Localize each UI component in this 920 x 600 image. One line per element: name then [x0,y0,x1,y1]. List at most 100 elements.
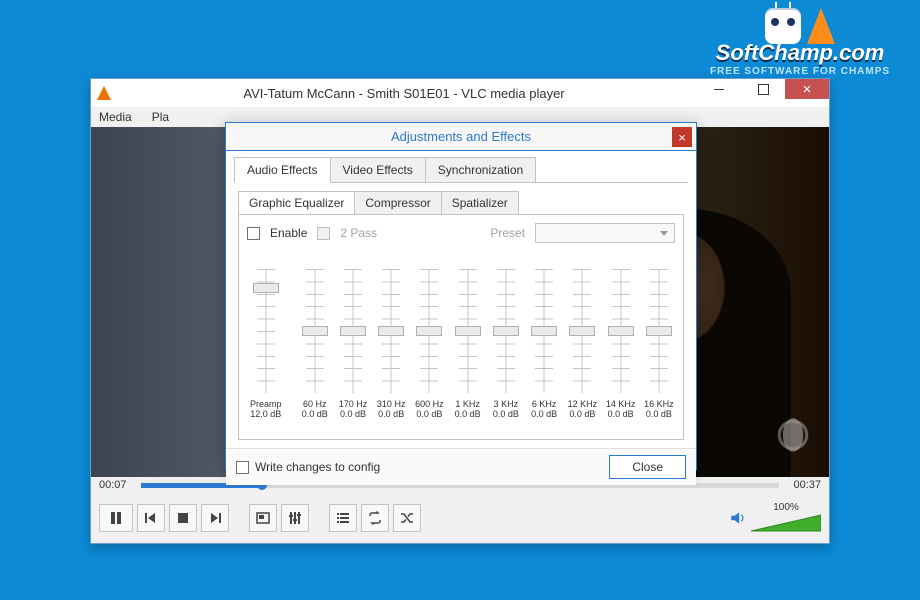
eq-thumb[interactable] [455,326,481,336]
eq-slider[interactable] [306,269,324,393]
eq-thumb[interactable] [340,326,366,336]
eq-db-label: 0.0 dB [455,409,481,419]
eq-band-310hz: 310 Hz0.0 dB [375,269,407,419]
eq-slider[interactable] [497,269,515,393]
eq-slider[interactable] [573,269,591,393]
eq-band-170hz: 170 Hz0.0 dB [337,269,369,419]
eq-slider[interactable] [420,269,438,393]
equalizer-sliders: Preamp 12.0 dB 60 Hz0.0 dB 170 Hz0.0 dB … [247,249,675,419]
eq-thumb[interactable] [416,326,442,336]
adjustments-dialog: Adjustments and Effects × Audio Effects … [225,122,697,470]
dialog-footer: Write changes to config Close [226,448,696,485]
playlist-icon [335,510,351,526]
eq-db-label: 0.0 dB [378,409,404,419]
eq-band-1khz: 1 KHz0.0 dB [452,269,484,419]
minimize-button[interactable] [697,79,741,99]
time-total[interactable]: 00:37 [785,479,821,491]
preamp-slider[interactable] [257,269,275,393]
playback-controls: 100% [91,493,829,543]
previous-button[interactable] [137,504,165,532]
dialog-close-button[interactable]: × [672,127,692,147]
loop-icon [367,510,383,526]
twopass-checkbox [317,227,330,240]
eq-freq-label: 14 KHz [606,399,636,409]
skip-forward-icon [207,510,223,526]
loop-button[interactable] [361,504,389,532]
subtab-spatializer[interactable]: Spatializer [441,191,519,214]
tab-synchronization[interactable]: Synchronization [425,157,536,182]
eq-band-12khz: 12 KHz0.0 dB [566,269,598,419]
eq-freq-label: 600 Hz [415,399,444,409]
eq-db-label: 0.0 dB [302,409,328,419]
stop-button[interactable] [169,504,197,532]
write-config-label: Write changes to config [255,460,380,474]
eq-thumb[interactable] [302,326,328,336]
sub-tabs: Graphic Equalizer Compressor Spatializer [238,191,684,214]
equalizer-panel: Enable 2 Pass Preset Preamp 12.0 dB 60 H… [238,214,684,440]
preamp-thumb[interactable] [253,283,279,293]
preamp-band: Preamp 12.0 dB [247,269,285,419]
eq-band-14khz: 14 KHz0.0 dB [604,269,636,419]
eq-db-label: 0.0 dB [608,409,634,419]
menu-playback[interactable]: Pla [148,108,173,126]
playlist-button[interactable] [329,504,357,532]
eq-db-label: 0.0 dB [416,409,442,419]
next-button[interactable] [201,504,229,532]
time-elapsed[interactable]: 00:07 [99,479,135,491]
eq-freq-label: 6 KHz [532,399,557,409]
eq-freq-label: 170 Hz [339,399,368,409]
eq-thumb[interactable] [531,326,557,336]
preset-label: Preset [490,226,525,240]
maximize-button[interactable] [741,79,785,99]
eq-band-600hz: 600 Hz0.0 dB [413,269,445,419]
shuffle-button[interactable] [393,504,421,532]
enable-label: Enable [270,226,307,240]
eq-slider[interactable] [650,269,668,393]
volume-control: 100% [729,502,821,535]
eq-freq-label: 1 KHz [455,399,480,409]
eq-thumb[interactable] [378,326,404,336]
eq-thumb[interactable] [608,326,634,336]
eq-slider[interactable] [535,269,553,393]
eq-thumb[interactable] [646,326,672,336]
window-close-button[interactable]: × [785,79,829,99]
enable-checkbox[interactable] [247,227,260,240]
eq-band-6khz: 6 KHz0.0 dB [528,269,560,419]
watermark-graphic [700,8,900,44]
eq-band-60hz: 60 Hz0.0 dB [299,269,331,419]
tab-video-effects[interactable]: Video Effects [330,157,426,182]
eq-slider[interactable] [612,269,630,393]
eq-db-label: 0.0 dB [569,409,595,419]
extended-settings-button[interactable] [281,504,309,532]
eq-slider[interactable] [382,269,400,393]
pause-button[interactable] [99,504,133,532]
skip-back-icon [143,510,159,526]
volume-slider[interactable] [751,513,821,535]
eq-slider[interactable] [344,269,362,393]
preamp-caption: Preamp [250,399,282,409]
eq-slider[interactable] [459,269,477,393]
subtab-equalizer[interactable]: Graphic Equalizer [238,191,355,214]
fullscreen-icon [255,510,271,526]
dialog-titlebar[interactable]: Adjustments and Effects × [226,123,696,151]
menu-media[interactable]: Media [95,108,136,126]
eq-thumb[interactable] [569,326,595,336]
eq-freq-label: 60 Hz [303,399,327,409]
eq-thumb[interactable] [493,326,519,336]
dialog-close-action-button[interactable]: Close [609,455,686,479]
cbs-eye-icon [771,413,815,457]
subtab-compressor[interactable]: Compressor [354,191,441,214]
stop-icon [175,510,191,526]
tab-audio-effects[interactable]: Audio Effects [234,157,331,183]
dialog-title: Adjustments and Effects [391,129,531,144]
preset-select[interactable] [535,223,675,243]
fullscreen-button[interactable] [249,504,277,532]
robot-icon [765,8,801,44]
titlebar[interactable]: AVI-Tatum McCann - Smith S01E01 - VLC me… [91,79,829,107]
cone-icon [807,8,835,44]
speaker-icon[interactable] [729,509,747,527]
eq-band-16khz: 16 KHz0.0 dB [643,269,675,419]
pause-icon [108,510,124,526]
preamp-value: 12.0 dB [250,409,281,419]
write-config-checkbox[interactable] [236,461,249,474]
